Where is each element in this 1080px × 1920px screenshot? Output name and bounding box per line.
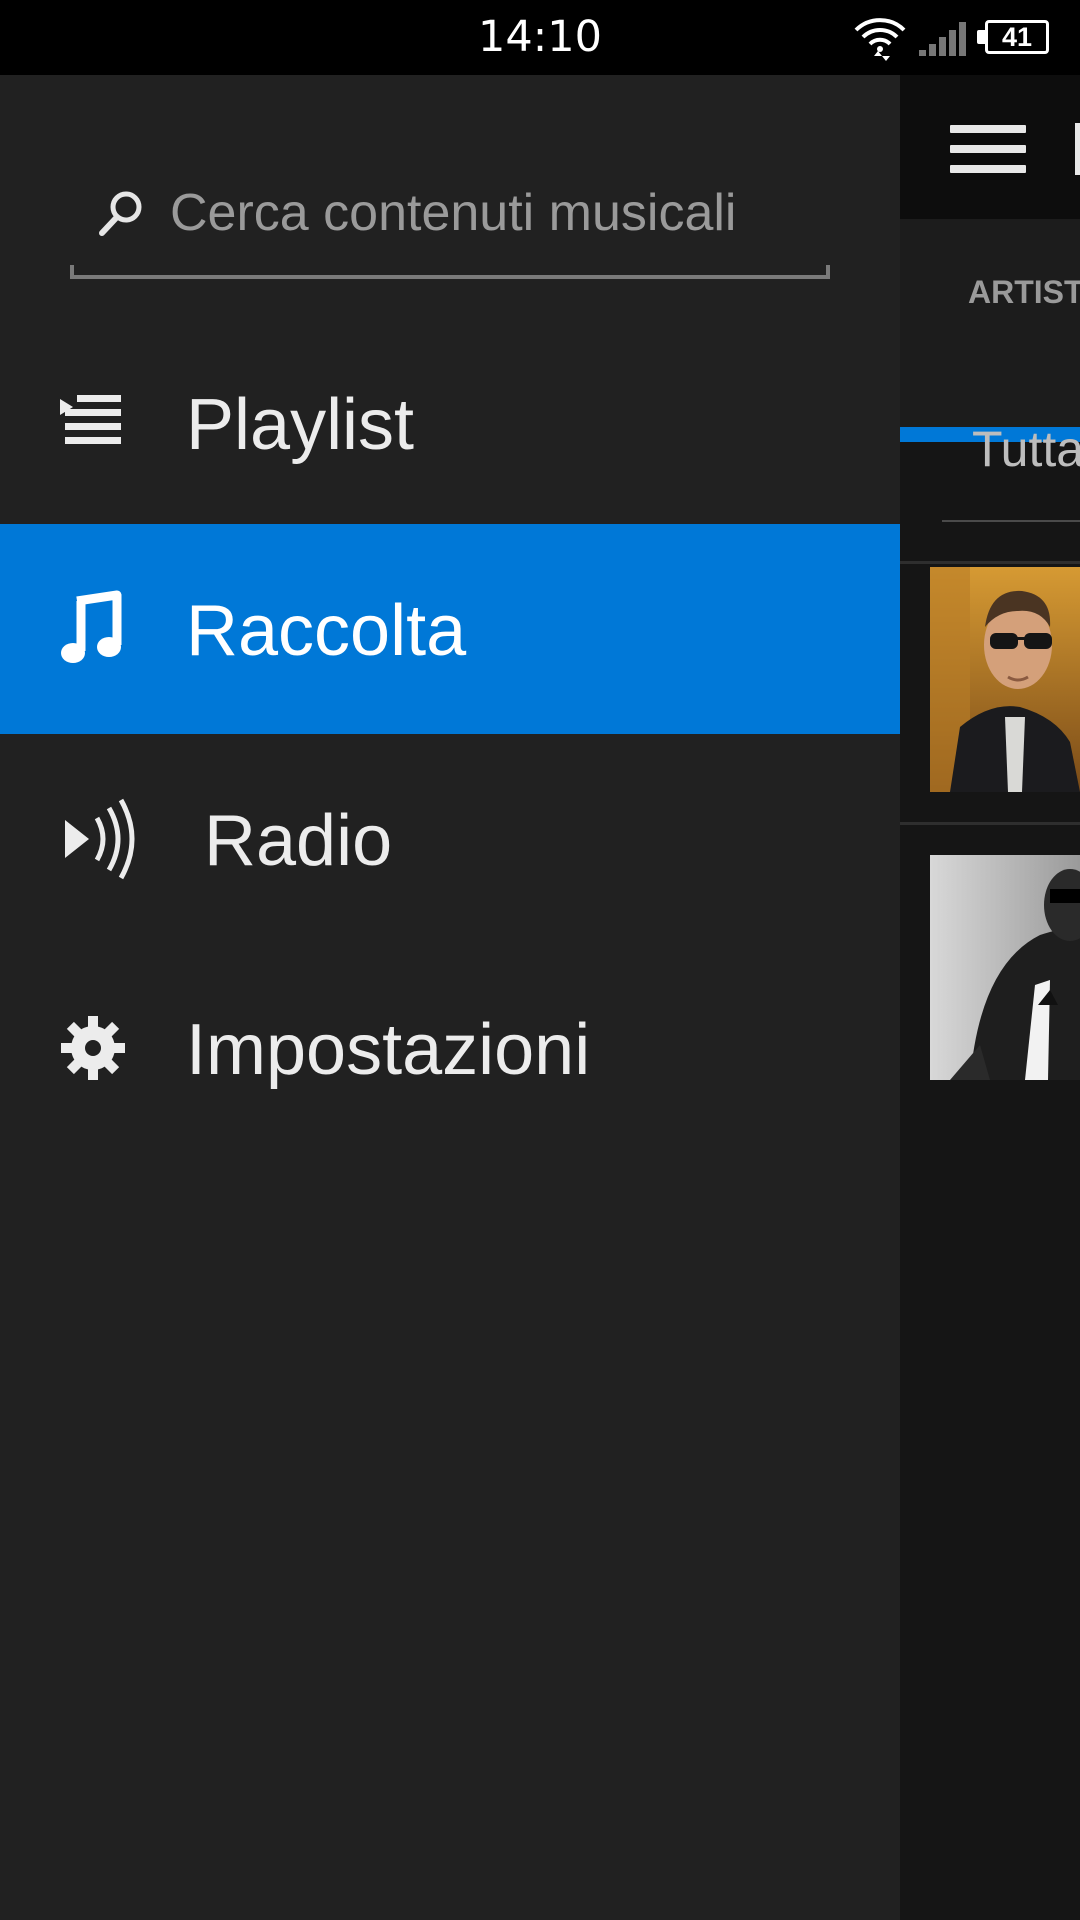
nav-item-raccolta[interactable]: Raccolta <box>0 524 900 734</box>
row-divider <box>900 822 1080 825</box>
music-note-icon <box>61 590 122 663</box>
nav-label-raccolta: Raccolta <box>186 591 467 671</box>
nav-item-impostazioni[interactable]: Impostazioni <box>0 943 900 1153</box>
status-bar: 14:10 41 <box>0 0 1080 75</box>
search-input[interactable] <box>170 181 810 245</box>
battery-level: 41 <box>1001 22 1033 52</box>
app-toolbar <box>900 75 1080 219</box>
filter-underline <box>942 520 1080 522</box>
playlist-icon <box>60 395 121 444</box>
toolbar-title-edge <box>1075 123 1080 175</box>
nav-label-impostazioni: Impostazioni <box>186 1010 591 1090</box>
nav-label-playlist: Playlist <box>186 385 415 465</box>
background-app: ARTIST Tutta <box>900 75 1080 1920</box>
nav-label-radio: Radio <box>204 801 393 881</box>
search-box <box>70 115 830 279</box>
artist-thumbnail[interactable] <box>930 567 1080 792</box>
tab-artists[interactable]: ARTIST <box>968 274 1080 311</box>
tab-bar: ARTIST <box>900 219 1080 442</box>
filter-dropdown[interactable]: Tutta <box>972 420 1080 478</box>
menu-icon[interactable] <box>950 125 1026 173</box>
artist-thumbnail[interactable] <box>930 855 1080 1080</box>
navigation-drawer: Playlist Raccolta Radio <box>0 75 900 1920</box>
nav-item-radio[interactable]: Radio <box>0 734 900 944</box>
nav-item-playlist[interactable]: Playlist <box>0 318 900 528</box>
signal-icon <box>919 22 966 56</box>
wifi-icon <box>854 18 906 61</box>
row-divider <box>900 561 1080 564</box>
search-icon <box>99 191 142 236</box>
gear-icon <box>61 1016 125 1080</box>
search-underline <box>70 265 830 279</box>
battery-icon-cap <box>977 30 985 44</box>
radio-icon <box>65 798 135 880</box>
